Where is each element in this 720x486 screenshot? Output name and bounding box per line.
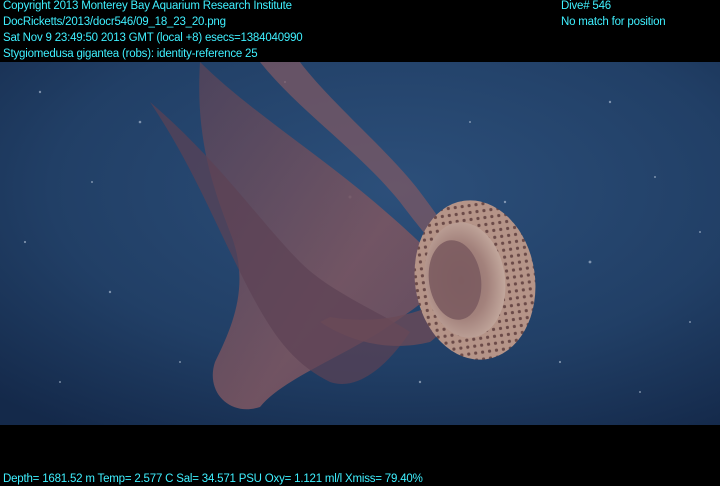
telemetry-line: Depth= 1681.52 m Temp= 2.577 C Sal= 34.5…: [3, 473, 423, 485]
dive-number: Dive# 546: [561, 0, 611, 12]
timestamp-line: Sat Nov 9 23:49:50 2013 GMT (local +8) e…: [3, 32, 303, 44]
copyright-line: Copyright 2013 Monterey Bay Aquarium Res…: [3, 0, 292, 12]
underwater-scene: [0, 62, 720, 425]
video-frame: Copyright 2013 Monterey Bay Aquarium Res…: [0, 0, 720, 486]
position-status: No match for position: [561, 16, 666, 28]
image-path-line: DocRicketts/2013/docr546/09_18_23_20.png: [3, 16, 226, 28]
species-identity-line: Stygiomedusa gigantea (robs): identity-r…: [3, 48, 258, 60]
